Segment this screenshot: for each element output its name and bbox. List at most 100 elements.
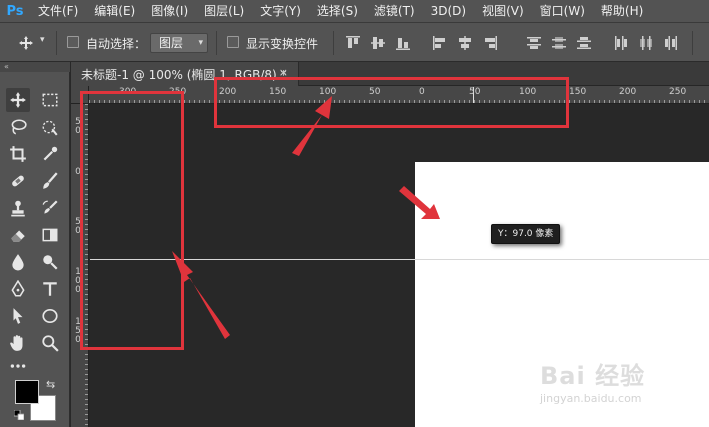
swap-colors-icon[interactable]: ⇆ <box>46 378 55 391</box>
stamp-icon <box>11 200 25 217</box>
show-transform-checkbox[interactable] <box>227 36 239 48</box>
distribute-horizontal-centers-icon[interactable] <box>638 35 654 51</box>
lasso-tool[interactable] <box>6 115 30 139</box>
ruler-tick <box>184 100 185 103</box>
ruler-tick <box>85 209 88 210</box>
ruler-tick <box>119 100 120 103</box>
ruler-tick <box>179 100 180 103</box>
ruler-tick <box>699 100 700 103</box>
menu-item[interactable]: 图像(I) <box>143 0 196 22</box>
document-canvas[interactable] <box>415 162 709 427</box>
ruler-tick <box>639 100 640 103</box>
menu-item[interactable]: 图层(L) <box>196 0 252 22</box>
ruler-tick <box>85 204 88 205</box>
ruler-tick <box>689 100 690 103</box>
ruler-tick <box>329 100 330 103</box>
align-bottom-edges-icon[interactable] <box>395 35 411 51</box>
ruler-tick <box>499 100 500 103</box>
zoom-tool[interactable] <box>38 331 62 355</box>
photoshop-logo[interactable]: Ps <box>0 0 30 22</box>
path-selection-tool[interactable] <box>6 304 30 328</box>
menu-item[interactable]: 3D(D) <box>423 0 474 22</box>
crop-tool[interactable] <box>6 142 30 166</box>
pen-tool[interactable] <box>6 277 30 301</box>
ruler-tick <box>679 100 680 103</box>
ruler-tick <box>569 100 570 103</box>
menu-item[interactable]: 窗口(W) <box>532 0 593 22</box>
auto-select-checkbox[interactable] <box>67 36 79 48</box>
ruler-tick <box>85 134 88 135</box>
menu-item[interactable]: 文件(F) <box>30 0 86 22</box>
distribute-bottom-edges-icon[interactable] <box>576 35 592 51</box>
menu-item[interactable]: 帮助(H) <box>593 0 651 22</box>
gradient-icon <box>42 228 58 242</box>
hand-tool[interactable] <box>6 331 30 355</box>
ruler-tick <box>85 264 88 265</box>
align-top-edges-icon[interactable] <box>345 35 361 51</box>
ruler-tick <box>85 174 88 175</box>
ruler-tick <box>85 294 88 295</box>
type-tool[interactable] <box>38 277 62 301</box>
ruler-tick <box>234 100 235 103</box>
distribute-vertical-centers-icon[interactable] <box>551 35 567 51</box>
horizontal-guide[interactable] <box>90 259 709 260</box>
foreground-color-swatch[interactable] <box>15 380 39 404</box>
align-right-edges-icon[interactable] <box>482 35 498 51</box>
menu-item[interactable]: 视图(V) <box>474 0 532 22</box>
gradient-tool[interactable] <box>38 223 62 247</box>
horizontal-ruler[interactable]: 300 250 200 150 100 50 0 50 100 150 200 250 <box>89 86 709 104</box>
arrow-cursor-icon <box>13 308 23 324</box>
ruler-label: 250 <box>669 87 687 97</box>
move-tool-icon[interactable] <box>18 35 34 51</box>
ruler-tick <box>614 100 615 103</box>
dodge-tool[interactable] <box>38 250 62 274</box>
quick-selection-icon <box>42 120 58 136</box>
menu-item[interactable]: 文字(Y) <box>252 0 309 22</box>
tools-panel-collapse[interactable]: « <box>0 62 70 72</box>
move-tool[interactable] <box>6 88 30 112</box>
clone-stamp-tool[interactable] <box>6 196 30 220</box>
ruler-tick <box>85 389 88 390</box>
canvas-workspace[interactable]: Y：97.0 像素 <box>90 105 709 427</box>
auto-select-dropdown[interactable]: 图层 ▾ <box>150 33 208 53</box>
menu-item[interactable]: 选择(S) <box>309 0 366 22</box>
ellipse-tool[interactable] <box>38 304 62 328</box>
ruler-tick <box>104 100 105 103</box>
align-horizontal-centers-icon[interactable] <box>457 35 473 51</box>
eraser-tool[interactable] <box>6 223 30 247</box>
align-vertical-centers-icon[interactable] <box>370 35 386 51</box>
ruler-tick <box>85 339 88 340</box>
ruler-tick <box>439 100 440 103</box>
healing-brush-tool[interactable] <box>6 169 30 193</box>
ruler-tick <box>139 100 140 103</box>
ruler-tick <box>85 239 88 240</box>
distribute-top-edges-icon[interactable] <box>526 35 542 51</box>
default-colors-icon[interactable] <box>14 410 24 420</box>
ruler-label: 50 <box>75 117 81 136</box>
distribute-left-edges-icon[interactable] <box>613 35 629 51</box>
rectangular-marquee-tool[interactable] <box>38 88 62 112</box>
eyedropper-tool[interactable] <box>38 142 62 166</box>
distribute-right-edges-icon[interactable] <box>663 35 679 51</box>
vertical-ruler[interactable]: 50 0 50 100 150 <box>71 104 89 427</box>
ruler-origin[interactable] <box>71 86 89 104</box>
brush-tool[interactable] <box>38 169 62 193</box>
menu-item[interactable]: 编辑(E) <box>86 0 143 22</box>
ruler-tick <box>85 234 88 235</box>
tool-preset-caret-icon[interactable]: ▾ <box>40 35 45 45</box>
ruler-tick <box>454 100 455 103</box>
quick-selection-tool[interactable] <box>38 115 62 139</box>
ruler-tick <box>629 100 630 103</box>
ruler-tick <box>249 100 250 103</box>
menu-item[interactable]: 滤镜(T) <box>366 0 423 22</box>
history-brush-tool[interactable] <box>38 196 62 220</box>
blur-tool[interactable] <box>6 250 30 274</box>
ruler-tick <box>379 100 380 103</box>
brush-icon <box>43 172 58 189</box>
close-icon[interactable]: × <box>279 66 288 79</box>
ruler-tick <box>85 284 88 285</box>
align-left-edges-icon[interactable] <box>432 35 448 51</box>
edit-toolbar[interactable] <box>6 354 30 378</box>
document-tab[interactable]: 未标题-1 @ 100% (椭圆 1, RGB/8) * × <box>71 62 299 86</box>
lasso-icon <box>11 119 27 135</box>
